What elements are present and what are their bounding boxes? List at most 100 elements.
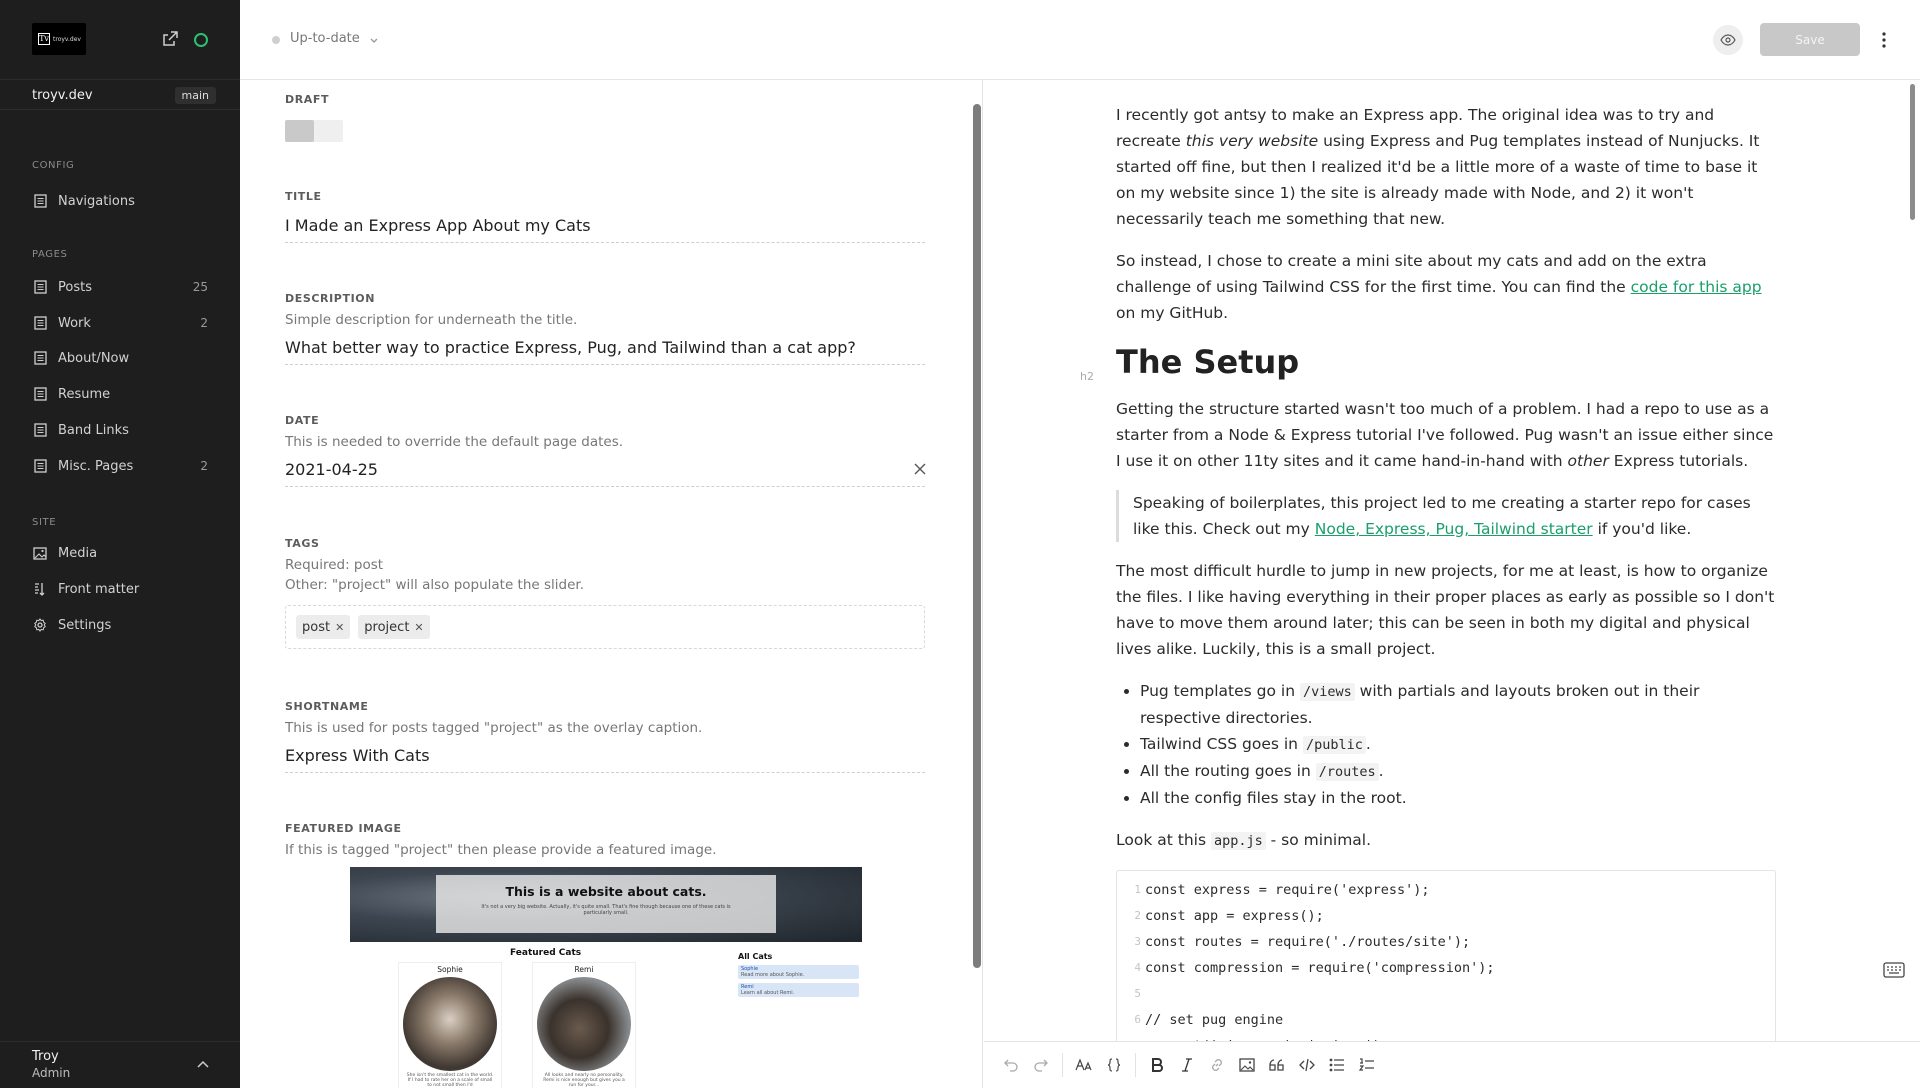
sidebar-item-work[interactable]: Work 2 xyxy=(32,310,208,336)
code-line: 3 const routes = require('./routes/site')… xyxy=(1134,934,1471,950)
featured-image-help: If this is tagged "project" then please … xyxy=(285,842,717,858)
sidebar-item-band-links[interactable]: Band Links xyxy=(32,417,208,443)
italic-icon[interactable] xyxy=(1172,1050,1202,1080)
preview-button[interactable] xyxy=(1713,25,1743,55)
front-matter-icon xyxy=(32,581,48,597)
sidebar-item-front-matter[interactable]: Front matter xyxy=(32,576,208,602)
preview-cat-link: Sophie Read more about Sophie. xyxy=(738,965,859,979)
sidebar-item-navigations[interactable]: Navigations xyxy=(32,188,208,214)
sidebar-item-label: Misc. Pages xyxy=(58,458,134,474)
sidebar-item-settings[interactable]: Settings xyxy=(32,612,208,638)
sync-status[interactable]: Up-to-date xyxy=(290,31,360,46)
remove-tag-icon[interactable]: ✕ xyxy=(335,621,344,634)
sidebar-item-label: Posts xyxy=(58,279,92,295)
description-label: DESCRIPTION xyxy=(285,292,376,305)
branch-badge[interactable]: main xyxy=(174,87,216,104)
featured-image-label: FEATURED IMAGE xyxy=(285,822,402,835)
user-menu[interactable]: Troy Admin xyxy=(0,1041,240,1088)
tag-chip: post ✕ xyxy=(296,615,351,639)
redo-icon[interactable] xyxy=(1026,1050,1056,1080)
item-count: 2 xyxy=(200,316,208,330)
sidebar-item-resume[interactable]: Resume xyxy=(32,381,208,407)
code-line: 7app.set('view engine', 'pug'); xyxy=(1117,1033,1775,1041)
code-line: 1 const express = require('express'); xyxy=(1134,882,1430,898)
sidebar-item-label: Band Links xyxy=(58,422,129,438)
sidebar-item-label: Front matter xyxy=(58,581,140,597)
logo-text: troyv.dev xyxy=(53,35,81,43)
save-button[interactable]: Save xyxy=(1760,23,1860,56)
code-icon[interactable] xyxy=(1292,1050,1322,1080)
status-dot-icon xyxy=(272,36,280,44)
code-for-this-app-link[interactable]: code for this app xyxy=(1631,278,1762,296)
sidebar-item-label: Settings xyxy=(58,617,112,633)
top-bar: Up-to-date Save xyxy=(240,0,1920,80)
front-matter-scrollbar[interactable] xyxy=(973,104,981,968)
markdown-editor[interactable]: I recently got antsy to make an Express … xyxy=(984,80,1920,1041)
sidebar-item-label: About/Now xyxy=(58,350,130,366)
close-icon[interactable] xyxy=(913,462,927,476)
tag-chip: project ✕ xyxy=(358,615,430,639)
quote-icon[interactable] xyxy=(1262,1050,1292,1080)
preview-cat-link: Remi Learn all about Remi. xyxy=(738,983,859,997)
section-site-label: SITE xyxy=(32,517,57,528)
sidebar-item-media[interactable]: Media xyxy=(32,540,208,566)
code-block[interactable]: 1 const express = require('express'); 2 co… xyxy=(1116,870,1776,1041)
keyboard-icon[interactable] xyxy=(1883,962,1905,978)
date-input[interactable]: 2021-04-25 xyxy=(285,460,925,487)
numbered-list-icon[interactable] xyxy=(1352,1050,1382,1080)
date-label: DATE xyxy=(285,414,320,427)
document-icon xyxy=(32,315,48,331)
tag-label: post xyxy=(302,619,331,635)
bold-icon[interactable] xyxy=(1142,1050,1172,1080)
user-role: Admin xyxy=(32,1066,71,1080)
external-link-icon[interactable] xyxy=(161,30,179,48)
tags-help-required: Required: post xyxy=(285,557,384,573)
tags-input[interactable]: post ✕ project ✕ xyxy=(285,605,925,649)
sidebar-item-posts[interactable]: Posts 25 xyxy=(32,274,208,300)
eye-icon xyxy=(1720,34,1736,46)
draft-toggle[interactable] xyxy=(285,120,343,142)
preview-cat-caption: She isn't the smallest cat in the world.… xyxy=(406,1073,494,1088)
list-item: Tailwind CSS goes in /public. xyxy=(1140,731,1776,758)
description-help: Simple description for underneath the ti… xyxy=(285,312,578,328)
text-size-icon[interactable] xyxy=(1069,1050,1099,1080)
paragraph: So instead, I chose to create a mini sit… xyxy=(1116,252,1762,322)
chevron-down-icon[interactable] xyxy=(368,34,380,46)
sidebar-item-misc-pages[interactable]: Misc. Pages 2 xyxy=(32,453,208,479)
toolbar-divider xyxy=(1135,1053,1136,1077)
document-icon xyxy=(32,422,48,438)
shortname-input[interactable]: Express With Cats xyxy=(285,746,925,773)
preview-hero-title: This is a website about cats. xyxy=(505,884,707,899)
item-count: 25 xyxy=(192,280,208,294)
featured-image-preview[interactable]: This is a website about cats. It's not a… xyxy=(350,867,862,1088)
site-row[interactable]: troyv.dev main xyxy=(0,80,240,110)
draft-label: DRAFT xyxy=(285,93,330,106)
sidebar-item-about-now[interactable]: About/Now xyxy=(32,345,208,371)
code-line: 6// set pug engine xyxy=(1134,1012,1284,1028)
description-input[interactable]: What better way to practice Express, Pug… xyxy=(285,338,925,365)
braces-icon[interactable] xyxy=(1099,1050,1129,1080)
more-options-icon[interactable] xyxy=(1876,28,1892,52)
undo-icon[interactable] xyxy=(996,1050,1026,1080)
code-line: 4 const compression = require('compressio… xyxy=(1134,960,1495,976)
editor-scrollbar[interactable] xyxy=(1910,84,1915,220)
user-name: Troy xyxy=(32,1049,59,1064)
editor-content[interactable]: I recently got antsy to make an Express … xyxy=(1080,102,1776,1041)
chevron-up-icon[interactable] xyxy=(196,1058,210,1072)
sidebar: Tv troyv.dev troyv.dev main CONFIG Navig… xyxy=(0,0,240,1088)
document-icon xyxy=(32,386,48,402)
list-item: All the routing goes in /routes. xyxy=(1140,758,1776,785)
image-icon[interactable] xyxy=(1232,1050,1262,1080)
image-icon xyxy=(32,545,48,561)
title-input[interactable]: I Made an Express App About my Cats xyxy=(285,216,925,243)
code-line: 5 xyxy=(1134,987,1141,1000)
remove-tag-icon[interactable]: ✕ xyxy=(414,621,423,634)
bulleted-list-icon[interactable] xyxy=(1322,1050,1352,1080)
sidebar-item-label: Media xyxy=(58,545,98,561)
starter-repo-link[interactable]: Node, Express, Pug, Tailwind starter xyxy=(1315,520,1593,538)
preview-cat-card: Sophie She isn't the smallest cat in the… xyxy=(398,962,502,1088)
sidebar-header: Tv troyv.dev xyxy=(0,0,240,80)
link-icon[interactable] xyxy=(1202,1050,1232,1080)
document-icon xyxy=(32,458,48,474)
site-logo[interactable]: Tv troyv.dev xyxy=(32,23,86,55)
